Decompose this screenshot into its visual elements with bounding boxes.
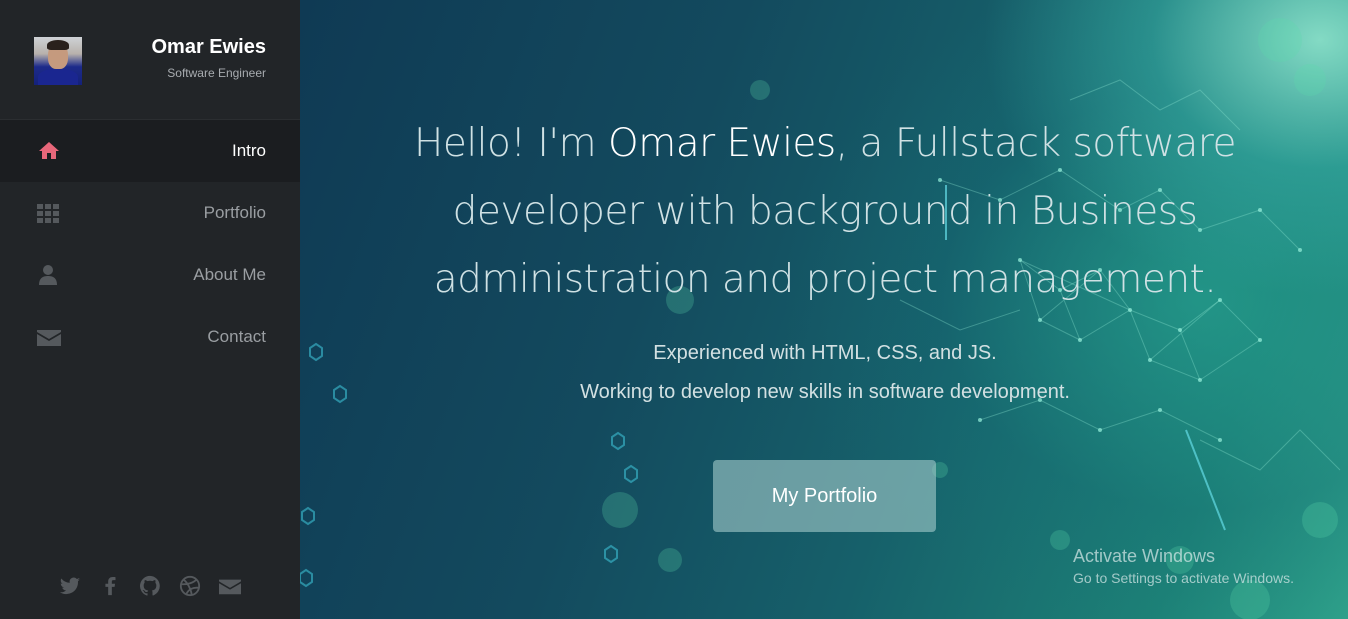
twitter-icon[interactable] — [59, 575, 81, 597]
sidebar-item-intro[interactable]: Intro — [0, 120, 300, 182]
social-links — [0, 575, 300, 597]
sidebar-item-label: About Me — [193, 265, 266, 284]
facebook-icon[interactable] — [99, 575, 121, 597]
sidebar-item-portfolio[interactable]: Portfolio — [0, 182, 300, 244]
hero-sublines: Experienced with HTML, CSS, and JS. Work… — [340, 334, 1310, 412]
hero: Hello! I'm Omar Ewies, a Fullstack softw… — [340, 110, 1310, 412]
envelope-icon[interactable] — [219, 575, 241, 597]
avatar — [34, 37, 82, 85]
hero-line-1: Experienced with HTML, CSS, and JS. — [653, 342, 997, 364]
github-icon[interactable] — [139, 575, 161, 597]
user-icon — [37, 263, 61, 287]
sidebar-nav: Intro Portfolio About Me Contact — [0, 120, 300, 368]
headline-name: Omar Ewies — [608, 121, 836, 166]
envelope-icon — [37, 325, 61, 349]
app-root: Omar Ewies Software Engineer Intro Portf… — [0, 0, 1348, 619]
my-portfolio-button[interactable]: My Portfolio — [713, 460, 936, 532]
dribbble-icon[interactable] — [179, 575, 201, 597]
home-icon — [37, 139, 61, 163]
intro-section: Hello! I'm Omar Ewies, a Fullstack softw… — [300, 0, 1348, 619]
profile-name: Omar Ewies — [151, 36, 266, 58]
hero-line-2: Working to develop new skills in softwar… — [580, 381, 1070, 403]
profile-role: Software Engineer — [167, 66, 266, 80]
profile-header: Omar Ewies Software Engineer — [0, 0, 300, 120]
hero-headline: Hello! I'm Omar Ewies, a Fullstack softw… — [340, 110, 1310, 314]
headline-intro: Hello! I'm — [414, 121, 609, 166]
sidebar: Omar Ewies Software Engineer Intro Portf… — [0, 0, 300, 619]
watermark-title: Activate Windows — [1073, 546, 1216, 566]
sidebar-item-label: Portfolio — [203, 203, 266, 222]
watermark-subtitle: Go to Settings to activate Windows. — [1073, 570, 1294, 586]
sidebar-item-contact[interactable]: Contact — [0, 306, 300, 368]
sidebar-item-about[interactable]: About Me — [0, 244, 300, 306]
sidebar-item-label: Intro — [231, 141, 266, 160]
sidebar-item-label: Contact — [207, 327, 266, 346]
activate-windows-watermark: Activate Windows Go to Settings to activ… — [1073, 545, 1294, 589]
grid-icon — [37, 201, 61, 225]
